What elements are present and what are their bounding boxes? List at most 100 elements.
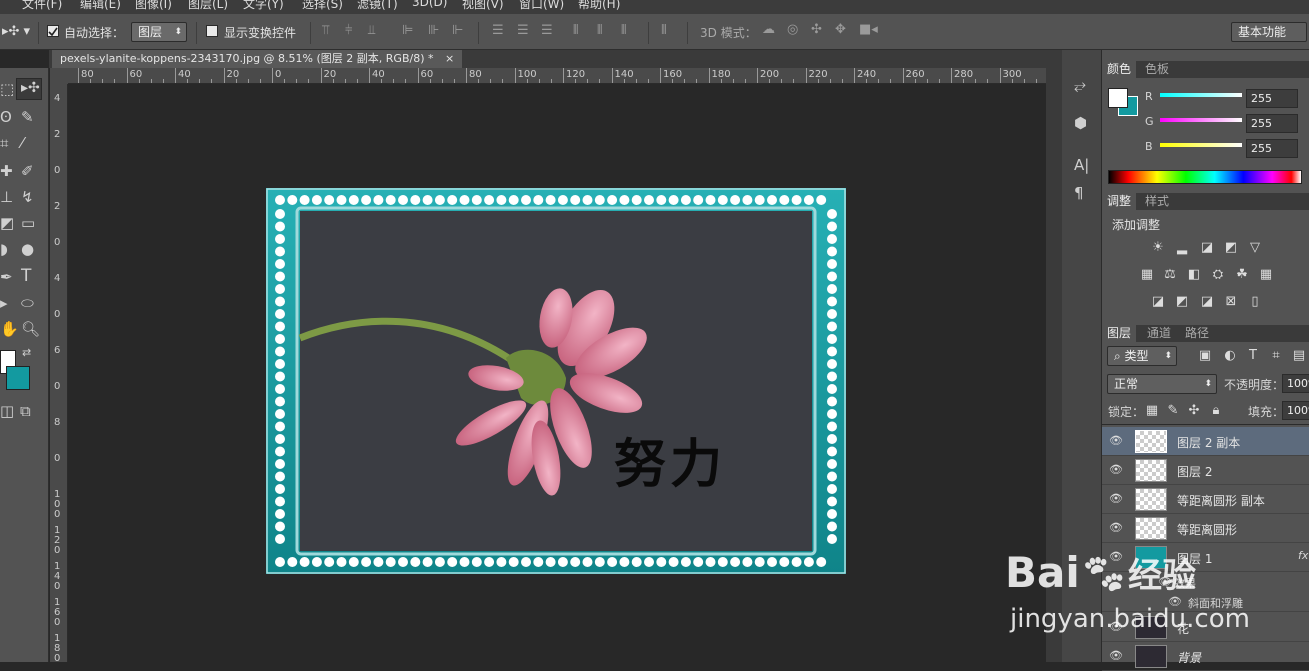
- threshold-icon[interactable]: ◪: [1199, 295, 1215, 309]
- menu-image[interactable]: 图像(I): [135, 0, 172, 12]
- filter-type-icon[interactable]: T: [1245, 349, 1261, 363]
- brightness-icon[interactable]: ☀: [1150, 241, 1166, 255]
- distribute-top-icon[interactable]: ☰: [492, 23, 504, 38]
- filter-shape-icon[interactable]: ⌗: [1268, 349, 1284, 363]
- pen-tool-icon[interactable]: ✒: [0, 268, 13, 286]
- quick-mask-icon[interactable]: ◫: [0, 402, 14, 420]
- 3d-roll-icon[interactable]: ◎: [787, 22, 798, 37]
- distribute-bottom-icon[interactable]: ☰: [541, 23, 553, 38]
- background-color-swatch[interactable]: [6, 366, 30, 390]
- 3d-scale-icon[interactable]: ■◂: [859, 22, 878, 37]
- color-balance-icon[interactable]: ⚖: [1162, 268, 1178, 282]
- menu-file[interactable]: 文件(F): [22, 0, 62, 12]
- menu-type[interactable]: 文字(Y): [243, 0, 284, 12]
- gradient-map-icon[interactable]: ▯: [1247, 295, 1263, 309]
- 3d-rotate-icon[interactable]: ☁: [762, 22, 775, 37]
- layer-row[interactable]: 👁︎ 等距离圆形 副本: [1102, 485, 1309, 514]
- type-tool-icon[interactable]: T: [21, 266, 31, 286]
- lock-transparent-icon[interactable]: ▦: [1144, 404, 1160, 418]
- vibrance-icon[interactable]: ▽: [1247, 241, 1263, 255]
- invert-icon[interactable]: ◪: [1150, 295, 1166, 309]
- b-slider[interactable]: [1160, 143, 1242, 147]
- document-tab[interactable]: pexels-ylanite-koppens-2343170.jpg @ 8.5…: [52, 50, 463, 68]
- align-bottom-icon[interactable]: ⫫: [368, 23, 375, 38]
- selective-color-icon[interactable]: ⊠: [1223, 295, 1239, 309]
- blend-mode-dropdown[interactable]: 正常 ⬍: [1107, 374, 1217, 394]
- menu-help[interactable]: 帮助(H): [578, 0, 620, 12]
- workspace-switcher[interactable]: 基本功能: [1231, 22, 1307, 42]
- zoom-tool-icon[interactable]: 🔍︎: [21, 320, 40, 338]
- g-value-input[interactable]: 255: [1246, 114, 1298, 133]
- menu-view[interactable]: 视图(V): [462, 0, 504, 12]
- dodge-tool-icon[interactable]: ●: [21, 240, 34, 258]
- opacity-input[interactable]: 100%: [1282, 374, 1309, 393]
- visibility-eye-icon[interactable]: 👁︎: [1109, 434, 1123, 447]
- lock-pixels-icon[interactable]: ✎: [1165, 404, 1181, 418]
- distribute-right-icon[interactable]: ⫴: [621, 23, 626, 38]
- gradient-tool-icon[interactable]: ▭: [21, 214, 35, 232]
- tab-adjustments[interactable]: 调整: [1102, 193, 1137, 210]
- menu-select[interactable]: 选择(S): [302, 0, 343, 12]
- posterize-icon[interactable]: ◩: [1174, 295, 1190, 309]
- visibility-eye-icon[interactable]: 👁︎: [1109, 463, 1123, 476]
- distribute-hcenter-icon[interactable]: ⫴: [597, 23, 602, 38]
- levels-icon[interactable]: ▂: [1174, 241, 1190, 255]
- quick-select-tool-icon[interactable]: ✎: [21, 108, 34, 126]
- blur-tool-icon[interactable]: ◗: [0, 240, 8, 258]
- menu-3d[interactable]: 3D(D): [412, 0, 447, 9]
- healing-tool-icon[interactable]: ✚: [0, 162, 13, 180]
- panel-foreground-swatch[interactable]: [1108, 88, 1128, 108]
- g-slider[interactable]: [1160, 118, 1242, 122]
- curves-icon[interactable]: ◪: [1199, 241, 1215, 255]
- screen-mode-icon[interactable]: ⧉: [20, 402, 31, 420]
- filter-pixel-icon[interactable]: ▣: [1197, 349, 1213, 363]
- visibility-eye-icon[interactable]: 👁︎: [1109, 521, 1123, 534]
- hand-tool-icon[interactable]: ✋: [0, 320, 19, 338]
- layer-row[interactable]: 👁︎ 图层 2 副本: [1102, 427, 1309, 456]
- history-brush-tool-icon[interactable]: ↯: [21, 188, 34, 206]
- lock-position-icon[interactable]: ✣: [1186, 404, 1202, 418]
- swap-colors-icon[interactable]: ⇄: [22, 346, 31, 359]
- hue-saturation-icon[interactable]: ▦: [1139, 268, 1155, 282]
- visibility-eye-icon[interactable]: 👁︎: [1109, 649, 1123, 662]
- fx-icon[interactable]: fx: [1298, 549, 1308, 562]
- tab-layers[interactable]: 图层: [1102, 325, 1137, 342]
- tab-color[interactable]: 颜色: [1102, 61, 1137, 78]
- align-hcenter-icon[interactable]: ⊪: [428, 23, 439, 38]
- ellipse-tool-icon[interactable]: ⬭: [21, 294, 34, 312]
- move-tool-preset-icon[interactable]: ▸✣ ▾: [2, 24, 30, 39]
- layer-filter-dropdown[interactable]: ⌕ 类型 ⬍: [1107, 346, 1177, 366]
- distribute-vcenter-icon[interactable]: ☰: [517, 23, 529, 38]
- b-value-input[interactable]: 255: [1246, 139, 1298, 158]
- tab-swatches[interactable]: 色板: [1140, 61, 1174, 78]
- tab-paths[interactable]: 路径: [1180, 325, 1214, 342]
- visibility-eye-icon[interactable]: 👁︎: [1109, 492, 1123, 505]
- eyedropper-tool-icon[interactable]: ⁄: [21, 134, 24, 152]
- stamp-tool-icon[interactable]: ⊥: [0, 188, 13, 206]
- eraser-tool-icon[interactable]: ◩: [0, 214, 14, 232]
- 3d-panel-icon[interactable]: ⬢: [1074, 114, 1087, 132]
- history-panel-icon[interactable]: ⥂: [1074, 76, 1086, 94]
- auto-select-dropdown[interactable]: 图层 ⬍: [131, 22, 187, 42]
- align-right-icon[interactable]: ⊩: [452, 23, 463, 38]
- menu-edit[interactable]: 编辑(E): [80, 0, 121, 12]
- align-left-icon[interactable]: ⊫: [402, 23, 413, 38]
- black-white-icon[interactable]: ◧: [1186, 268, 1202, 282]
- layer-row[interactable]: 👁︎ 图层 2: [1102, 456, 1309, 485]
- character-panel-icon[interactable]: A|: [1074, 156, 1089, 174]
- filter-smart-object-icon[interactable]: ▤: [1291, 349, 1307, 363]
- lasso-tool-icon[interactable]: ʘ: [0, 108, 12, 126]
- layer-row[interactable]: 👁︎ 等距离圆形: [1102, 514, 1309, 543]
- close-tab-icon[interactable]: ×: [445, 52, 454, 65]
- menu-layer[interactable]: 图层(L): [188, 0, 228, 12]
- 3d-slide-icon[interactable]: ✥: [835, 22, 846, 37]
- document-image[interactable]: 努力: [266, 188, 846, 574]
- align-top-icon[interactable]: ⫪: [322, 23, 329, 38]
- crop-tool-icon[interactable]: ⌗: [0, 134, 8, 152]
- brush-tool-icon[interactable]: ✐: [21, 162, 34, 180]
- distribute-left-icon[interactable]: ⫴: [573, 23, 578, 38]
- 3d-drag-icon[interactable]: ✣: [811, 22, 822, 37]
- color-spectrum-bar[interactable]: [1108, 170, 1302, 184]
- tab-channels[interactable]: 通道: [1142, 325, 1176, 342]
- channel-mixer-icon[interactable]: ☘: [1234, 268, 1250, 282]
